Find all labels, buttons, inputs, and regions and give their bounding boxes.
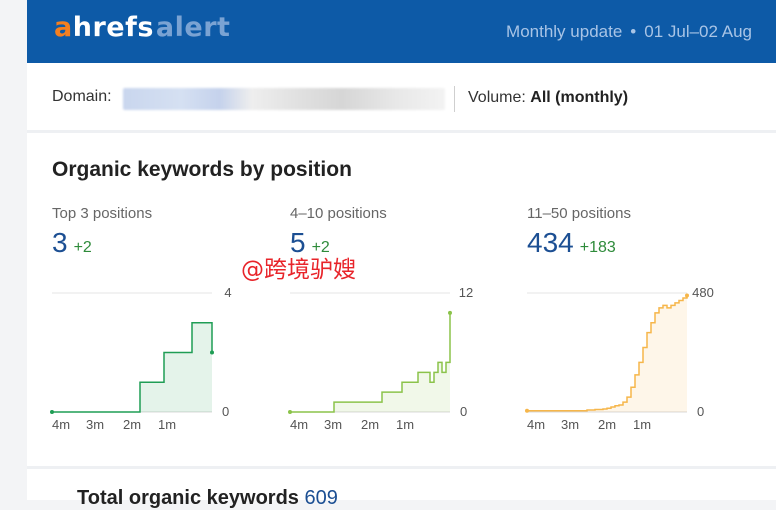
y-min-label: 0: [460, 404, 467, 419]
end-point: [448, 310, 452, 315]
start-point: [288, 410, 292, 414]
section-title: Organic keywords by position: [52, 158, 352, 181]
update-info: Monthly update • 01 Jul–02 Aug: [506, 22, 752, 42]
column-value: 434 +183: [527, 227, 616, 259]
ahrefs-logo: ahrefsalert: [54, 12, 230, 43]
logo-a: a: [54, 12, 73, 43]
total-keywords-heading: Total organic keywords 609: [77, 487, 338, 510]
domain-label: Domain:: [52, 88, 112, 105]
divider: [454, 86, 455, 112]
x-tick-label: 4m: [527, 417, 545, 432]
volume-filter: Volume: All (monthly): [468, 89, 628, 107]
total-keywords-title: Total organic keywords: [77, 487, 299, 509]
section-divider-bottom: [27, 466, 776, 469]
watermark: @跨境驴嫂: [241, 257, 356, 283]
logo-hrefs: hrefs: [72, 12, 154, 43]
x-tick-label: 4m: [52, 417, 70, 432]
sparkline-chart: 4 0 4m 3m 2m 1m: [50, 285, 232, 432]
series-area: [527, 295, 687, 412]
column-label: 4–10 positions: [290, 205, 387, 222]
section-divider: [27, 130, 776, 133]
x-tick-label: 1m: [396, 417, 414, 432]
start-point: [525, 408, 529, 413]
header-bar: ahrefsalert Monthly update • 01 Jul–02 Aug: [27, 0, 776, 63]
x-tick-label: 2m: [361, 417, 379, 432]
column-label: 11–50 positions: [527, 205, 631, 222]
x-tick-label: 2m: [123, 417, 141, 432]
logo-alert: alert: [155, 12, 231, 43]
y-max-label: 4: [224, 285, 231, 300]
x-tick-label: 1m: [633, 417, 651, 432]
start-point: [50, 410, 54, 414]
sparkline-chart: 480 0 4m 3m 2m 1m: [525, 285, 714, 432]
separator: •: [630, 22, 637, 41]
x-tick-label: 1m: [158, 417, 176, 432]
end-point: [210, 350, 214, 355]
x-tick-label: 4m: [290, 417, 308, 432]
date-range: 01 Jul–02 Aug: [644, 22, 752, 41]
x-tick-label: 2m: [598, 417, 616, 432]
column-value: 3 +2: [52, 227, 92, 259]
x-tick-label: 3m: [86, 417, 104, 432]
volume-label: Volume:: [468, 89, 526, 106]
sparkline-chart: 12 0 4m 3m 2m 1m: [288, 285, 473, 432]
value-number: 3: [52, 227, 68, 258]
x-tick-label: 3m: [561, 417, 579, 432]
y-min-label: 0: [697, 404, 704, 419]
delta: +2: [73, 239, 92, 256]
positions-column-4-10: 4–10 positions 5 +2 12 0 4m 3m 2m 1m: [288, 205, 490, 445]
volume-value: All (monthly): [530, 89, 629, 106]
y-max-label: 12: [459, 285, 473, 300]
value-number: 434: [527, 227, 574, 258]
total-keywords-value: 609: [304, 487, 338, 509]
y-max-label: 480: [692, 285, 714, 300]
end-point: [685, 293, 689, 298]
column-label: Top 3 positions: [52, 205, 153, 222]
domain-value-blurred: [123, 88, 445, 110]
series-area: [52, 322, 212, 412]
series-area: [290, 312, 450, 412]
update-label: Monthly update: [506, 22, 623, 41]
positions-column-top3: Top 3 positions 3 +2 4 0 4m 3m 2m 1m: [50, 205, 252, 445]
x-tick-label: 3m: [324, 417, 342, 432]
alert-card: ahrefsalert Monthly update • 01 Jul–02 Aug…: [27, 0, 776, 509]
delta: +183: [579, 239, 616, 256]
y-min-label: 0: [222, 404, 229, 419]
positions-column-11-50: 11–50 positions 434 +183 480 0 4m 3m 2m 1m: [525, 205, 727, 445]
